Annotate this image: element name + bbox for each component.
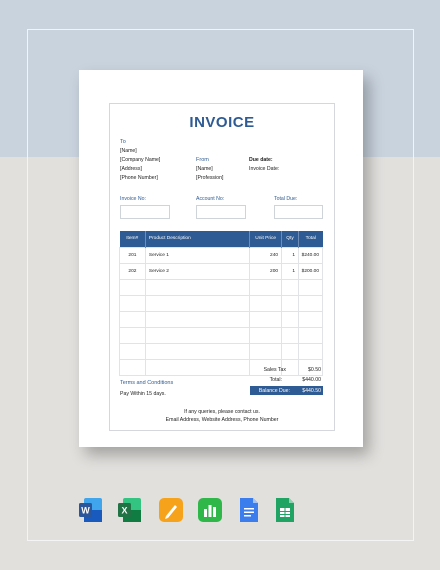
balance-due-label: Balance Due: bbox=[258, 388, 290, 394]
header-qty: Qty bbox=[281, 231, 299, 247]
cell-total: $240.00 bbox=[297, 246, 324, 264]
sales-tax-value: $0.50 bbox=[308, 367, 321, 373]
total-due-field bbox=[274, 205, 323, 219]
cell-qty: 1 bbox=[281, 246, 299, 264]
table-row bbox=[119, 342, 324, 360]
word-icon[interactable]: W bbox=[79, 497, 103, 523]
pages-icon[interactable] bbox=[159, 497, 183, 523]
terms-label: Terms and Conditions bbox=[120, 380, 174, 386]
account-no-label: Account No: bbox=[196, 196, 225, 202]
numbers-icon[interactable] bbox=[198, 497, 222, 523]
invoice-title: INVOICE bbox=[189, 114, 255, 131]
cell-item: 201 bbox=[119, 246, 146, 264]
to-label: To bbox=[120, 139, 126, 145]
table-row: 201 Service 1 240 1 $240.00 bbox=[119, 246, 324, 264]
invoice-date-label: Invoice Date: bbox=[249, 166, 280, 172]
header-item: Item# bbox=[119, 231, 146, 247]
from-profession: [Profession] bbox=[196, 175, 224, 181]
total-value: $440.00 bbox=[302, 377, 321, 383]
from-name: [Name] bbox=[196, 166, 213, 172]
cell-qty: 1 bbox=[281, 262, 299, 280]
cell-description: Service 1 bbox=[144, 246, 251, 264]
from-label: From bbox=[196, 157, 209, 163]
header-description: Product Description bbox=[145, 231, 251, 247]
table-row bbox=[119, 326, 324, 344]
to-address: [Address] bbox=[120, 166, 142, 172]
due-date-label: Due date: bbox=[249, 157, 273, 163]
table-row bbox=[119, 310, 324, 328]
footer-contact-details: Email Address, Website Address, Phone Nu… bbox=[165, 417, 279, 423]
cell-item: 202 bbox=[119, 262, 146, 280]
google-sheets-icon[interactable] bbox=[273, 497, 297, 523]
table-row: 202 Service 2 200 1 $200.00 bbox=[119, 262, 324, 280]
footer-contact-note: If any queries, please contact us. bbox=[184, 409, 260, 415]
svg-text:W: W bbox=[81, 506, 90, 516]
header-total: Total bbox=[298, 231, 323, 247]
invoice-no-label: Invoice No: bbox=[120, 196, 146, 202]
cell-description: Service 2 bbox=[144, 262, 251, 280]
items-table: Item# Product Description Unit Price Qty… bbox=[119, 231, 324, 376]
terms-text: Pay Within 15 days. bbox=[120, 391, 166, 397]
to-name: [Name] bbox=[120, 148, 137, 154]
svg-text:X: X bbox=[121, 506, 127, 516]
table-header-row: Item# Product Description Unit Price Qty… bbox=[119, 231, 323, 247]
to-phone: [Phone Number] bbox=[120, 175, 158, 181]
to-company: [Company Name] bbox=[120, 157, 161, 163]
table-row bbox=[119, 294, 324, 312]
excel-icon[interactable]: X bbox=[118, 497, 142, 523]
total-due-label: Total Due: bbox=[274, 196, 298, 202]
sales-tax-label: Sales Tax bbox=[263, 367, 286, 373]
invoice-no-field bbox=[120, 205, 170, 219]
total-label: Total: bbox=[269, 377, 282, 383]
table-row bbox=[119, 278, 324, 296]
google-docs-icon[interactable] bbox=[237, 497, 261, 523]
cell-total: $200.00 bbox=[297, 262, 324, 280]
account-no-field bbox=[196, 205, 246, 219]
cell-unit-price: 200 bbox=[249, 262, 283, 280]
balance-due-value: $440.50 bbox=[302, 388, 321, 394]
cell-unit-price: 240 bbox=[249, 246, 283, 264]
header-unit-price: Unit Price bbox=[249, 231, 283, 247]
